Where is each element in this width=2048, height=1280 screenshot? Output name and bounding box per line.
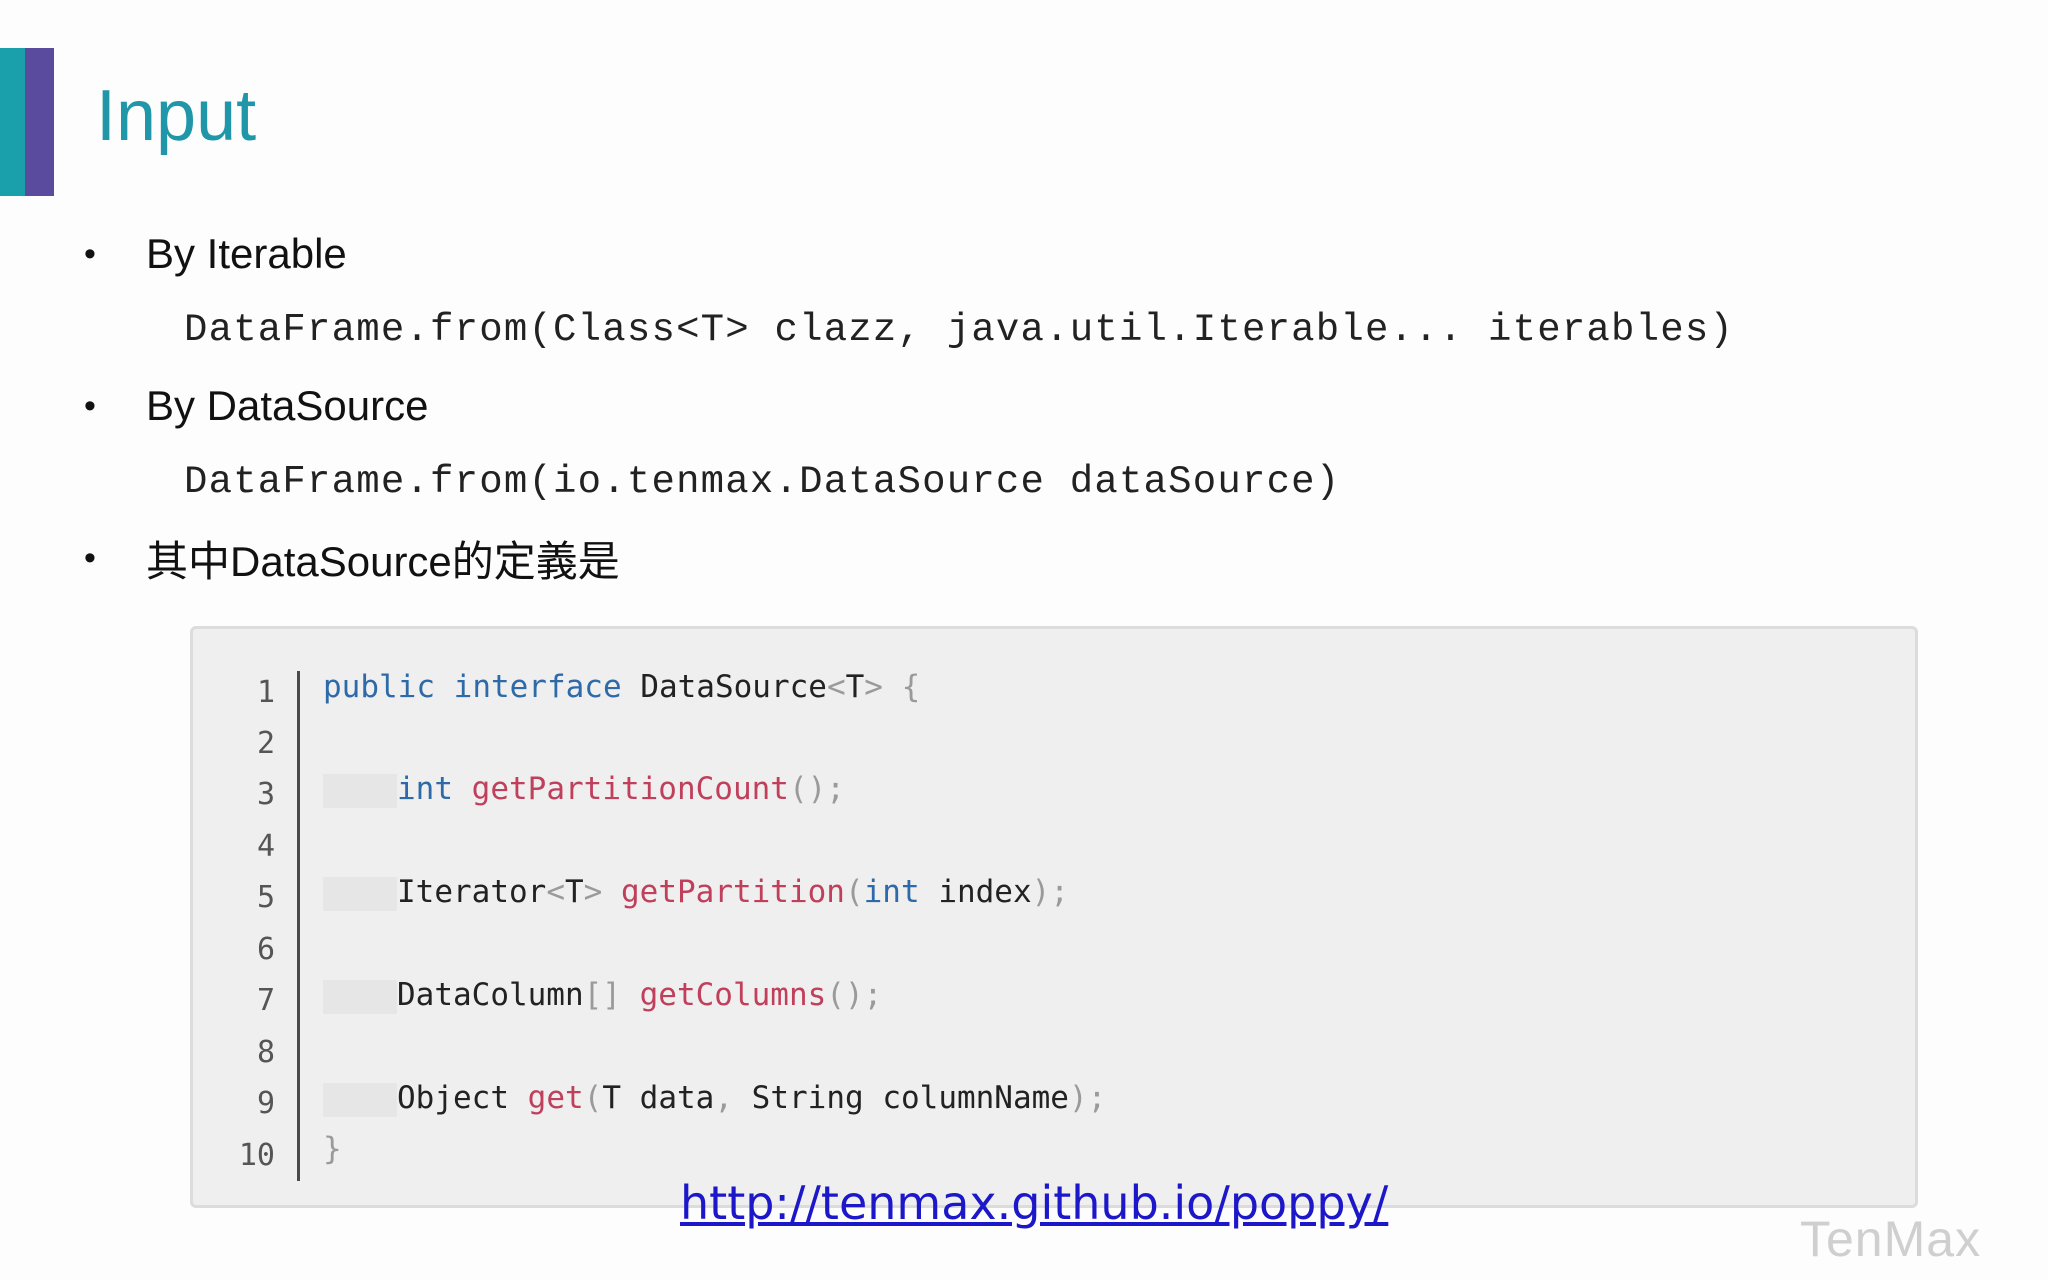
code-type-param: T [564, 874, 584, 910]
code-line-1: public interface DataSource<T> { [323, 667, 920, 707]
code-type-name: String [751, 1080, 864, 1116]
title-accent-bar-purple [25, 48, 54, 196]
indent-guide [323, 876, 397, 911]
code-punct: ( [583, 1080, 603, 1116]
code-keyword: interface [453, 669, 622, 705]
indent-guide [323, 1082, 397, 1117]
title-accent-bar-teal [0, 48, 25, 196]
code-type-name: DataSource [640, 669, 827, 705]
method-signature-iterable: DataFrame.from(Class<T> clazz, java.util… [184, 308, 1735, 352]
line-number: 8 [256, 1035, 275, 1070]
code-punct: < [826, 669, 846, 705]
code-block: 1 2 3 4 5 6 7 8 9 10 public interface Da… [190, 626, 1918, 1208]
code-method-name: getColumns [639, 977, 827, 1013]
code-punct: > [583, 874, 603, 910]
line-number: 10 [238, 1138, 275, 1173]
code-method-name: getPartitionCount [471, 771, 789, 807]
line-number: 3 [256, 777, 275, 812]
code-punct: ); [1068, 1080, 1107, 1116]
code-param-name: columnName [882, 1080, 1069, 1116]
method-signature-datasource: DataFrame.from(io.tenmax.DataSource data… [184, 460, 1341, 504]
bullet-text: 其中DataSource的定義是 [146, 537, 620, 585]
bullet-dot: • [84, 538, 96, 577]
line-number: 4 [256, 829, 275, 864]
code-type-name: Iterator [397, 874, 547, 910]
line-number: 5 [256, 880, 275, 915]
bullet-item-definition: • 其中DataSource的定義是 [84, 530, 620, 586]
bullet-item-datasource: • By DataSource [84, 378, 428, 434]
bullet-dot: • [84, 234, 96, 273]
code-line-5: Iterator<T> getPartition(int index); [323, 872, 1069, 912]
code-method-name: get [527, 1080, 584, 1116]
code-punct: < [546, 874, 565, 910]
poppy-docs-link[interactable]: http://tenmax.github.io/poppy/ [680, 1176, 1388, 1230]
code-punct: (); [826, 977, 883, 1013]
bullet-dot: • [84, 386, 96, 425]
code-line-10: } [323, 1129, 342, 1169]
code-punct: > [864, 669, 883, 705]
slide-title: Input [96, 76, 257, 156]
indent-guide [323, 979, 397, 1014]
line-number: 1 [256, 675, 275, 710]
code-punct: ); [1031, 874, 1069, 910]
bullet-text: By Iterable [146, 230, 347, 277]
line-number: 9 [256, 1086, 275, 1121]
indent-guide [323, 773, 397, 808]
line-number: 6 [256, 932, 275, 967]
code-punct: ( [844, 874, 864, 910]
code-line-3: int getPartitionCount(); [323, 769, 845, 809]
code-keyword: int [397, 771, 453, 807]
code-punct: [] [583, 977, 621, 1013]
code-type-name: DataColumn [397, 977, 584, 1013]
code-punct: } [323, 1131, 342, 1167]
code-punct: , [714, 1080, 733, 1116]
code-punct: (); [788, 771, 845, 807]
code-type-param: T [845, 669, 865, 705]
code-line-7: DataColumn[] getColumns(); [323, 975, 882, 1015]
code-gutter-divider [297, 671, 300, 1181]
code-param-name: index [938, 874, 1032, 910]
code-method-name: getPartition [621, 874, 845, 910]
line-number: 2 [256, 726, 275, 761]
code-type-param: T [602, 1080, 621, 1116]
tenmax-watermark-logo: TenMax [1800, 1211, 1982, 1267]
code-keyword: public [323, 669, 435, 705]
code-line-9: Object get(T data, String columnName); [323, 1078, 1106, 1118]
code-param-name: data [639, 1080, 715, 1116]
code-type-name: Object [397, 1080, 509, 1116]
line-number: 7 [256, 983, 275, 1018]
code-keyword: int [863, 874, 920, 910]
bullet-text: By DataSource [146, 382, 429, 429]
code-punct: { [901, 669, 921, 705]
bullet-item-iterable: • By Iterable [84, 226, 347, 282]
